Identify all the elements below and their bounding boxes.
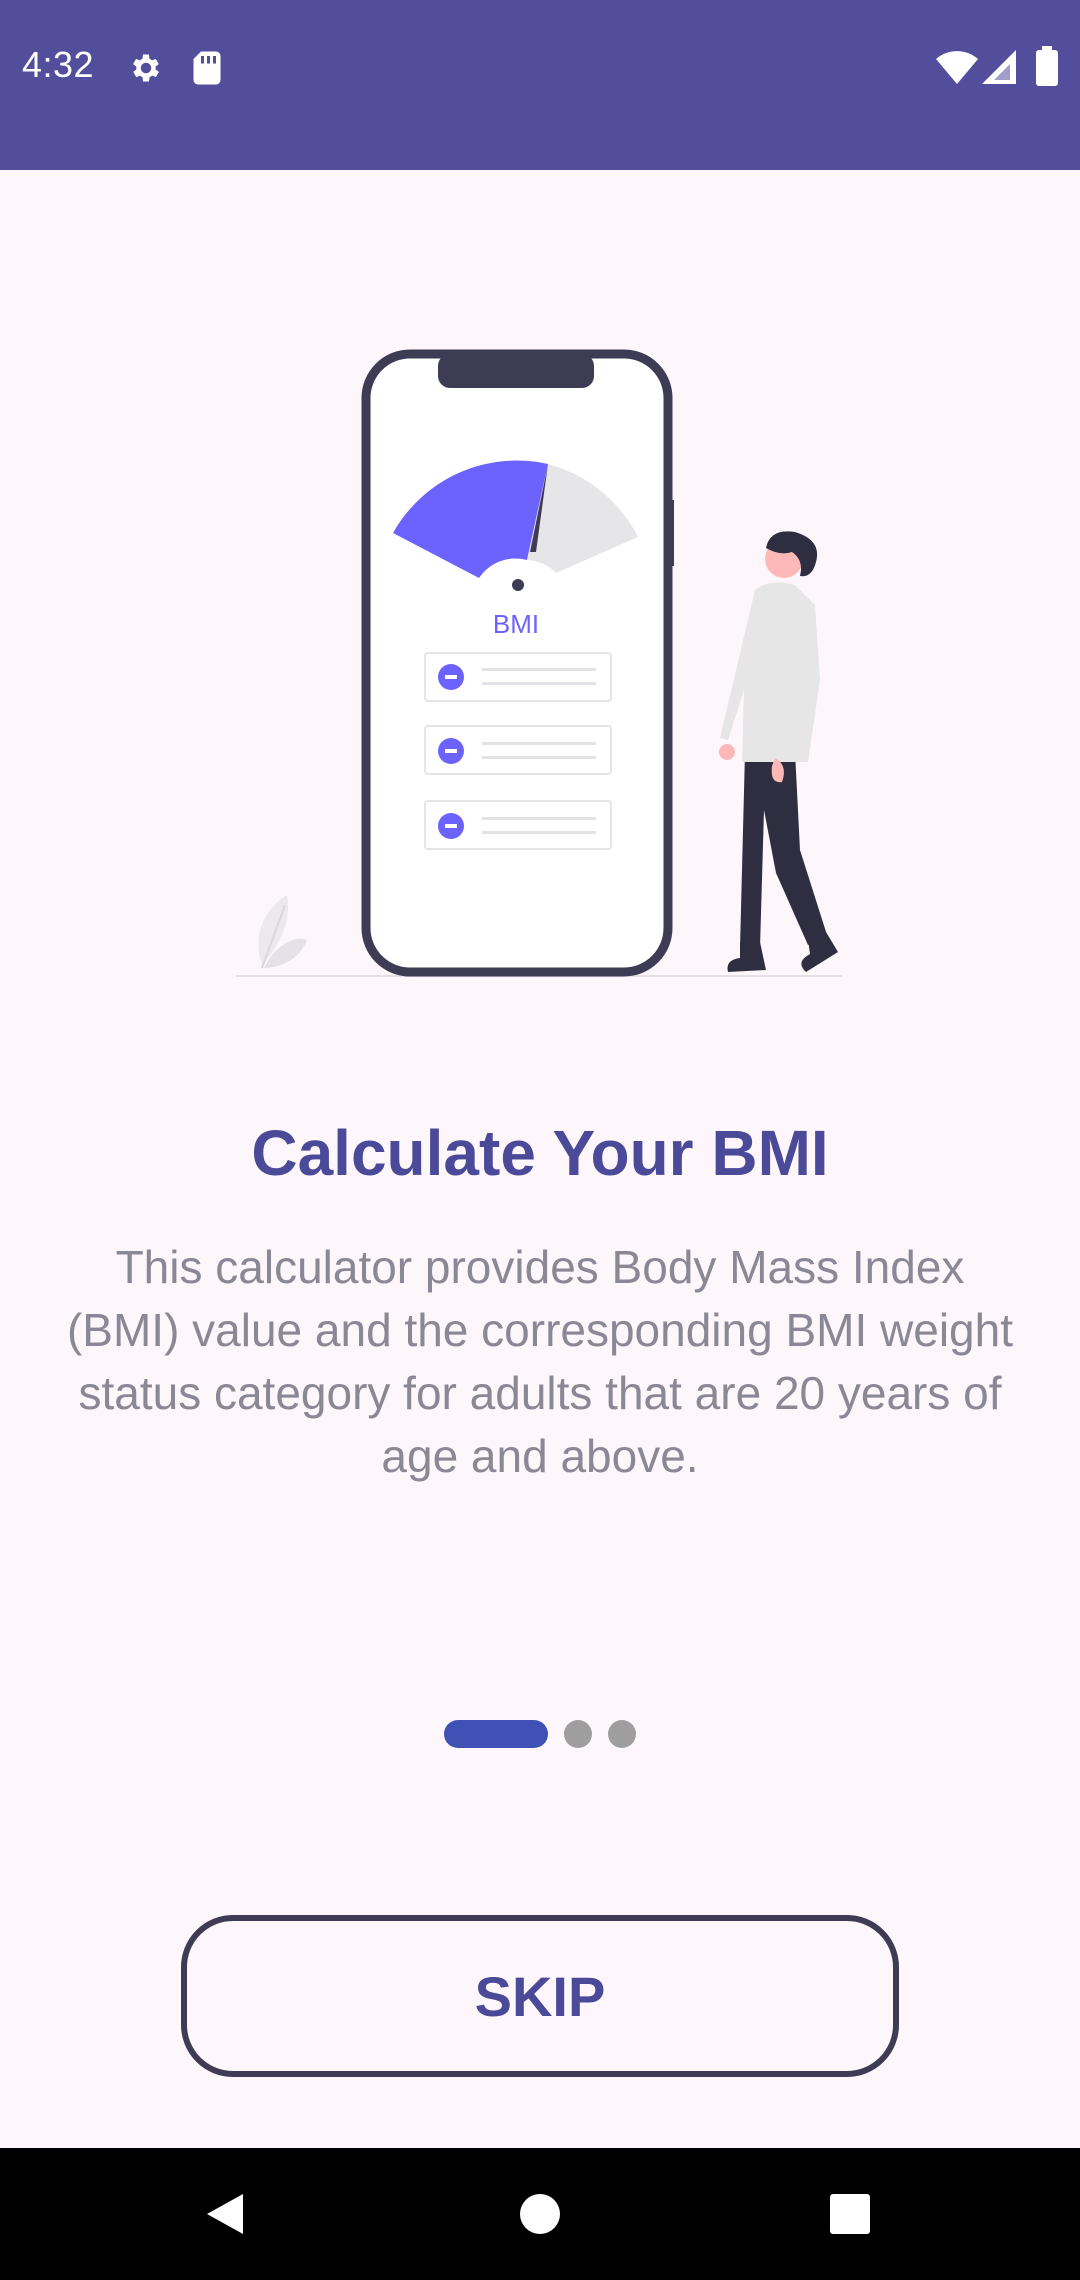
page-indicator-dot[interactable] [564, 1720, 592, 1748]
home-icon[interactable] [504, 2178, 576, 2250]
bmi-phone-illustration: BMI [236, 349, 842, 977]
navigation-bar [0, 2148, 1080, 2280]
page-title: Calculate Your BMI [251, 1117, 829, 1189]
page-indicator-dot-active[interactable] [444, 1720, 548, 1748]
page-description: This calculator provides Body Mass Index… [66, 1241, 1014, 1482]
recents-icon[interactable] [814, 2178, 886, 2250]
illustration-list-row [424, 800, 612, 850]
signal-icon [982, 50, 1016, 84]
status-bar: 4:32 [0, 0, 1080, 170]
illustration-list-row [424, 652, 612, 702]
wifi-icon [936, 51, 978, 84]
page-indicator-dot[interactable] [608, 1720, 636, 1748]
person-figure [719, 531, 838, 972]
phone-side-button [666, 500, 674, 566]
back-icon[interactable] [189, 2178, 261, 2250]
page-indicator [0, 1720, 1080, 1750]
skip-button[interactable]: SKIP [181, 1915, 899, 2077]
battery-icon [1036, 46, 1058, 86]
gear-icon [133, 54, 159, 82]
sd-card-icon [193, 51, 221, 85]
status-time: 4:32 [22, 44, 95, 85]
phone-notch [438, 354, 594, 388]
plant-icon [258, 895, 307, 969]
illustration-list-row [424, 725, 612, 775]
gauge-label: BMI [493, 609, 539, 639]
